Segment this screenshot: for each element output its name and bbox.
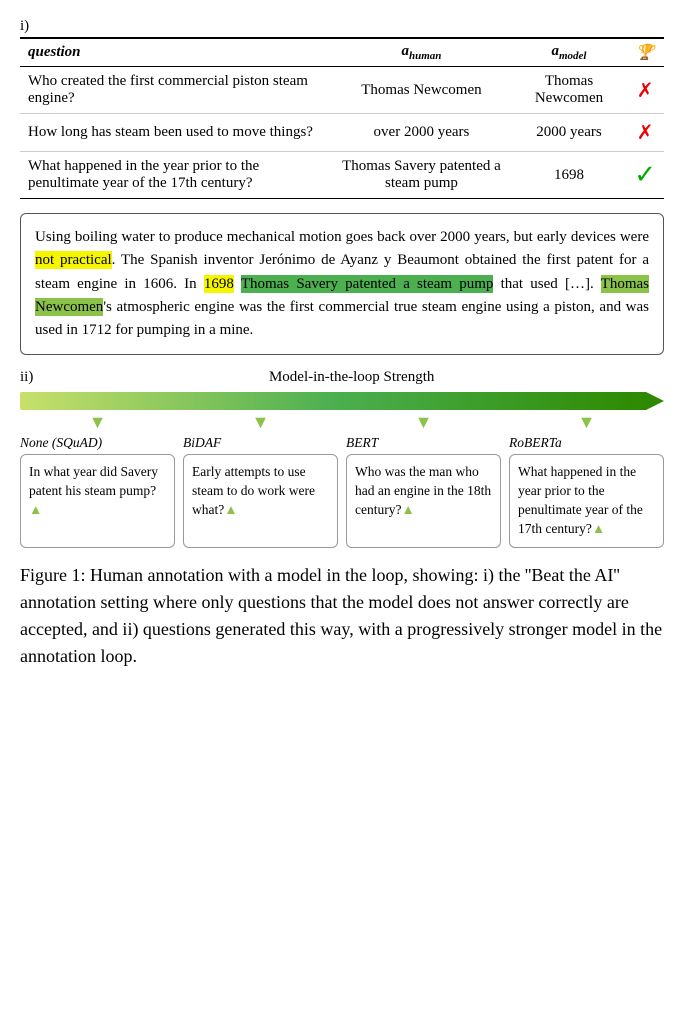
card-box-2: Who was the man who had an engine in the… <box>346 454 501 548</box>
arrow-head <box>646 392 664 410</box>
passage-text-1: Using boiling water to produce mechanica… <box>35 229 649 245</box>
highlight-not-practical: not practical <box>35 251 112 269</box>
check-icon: ✓ <box>634 160 656 189</box>
model-label-3: RoBERTa <box>509 435 664 451</box>
arrow-down-2: ▼ <box>252 412 270 432</box>
model-label-2: BERT <box>346 435 501 451</box>
passage-box: Using boiling water to produce mechanica… <box>20 213 664 355</box>
figure-caption: Figure 1: Human annotation with a model … <box>20 562 664 670</box>
arrow-down-3: ▼ <box>415 412 433 432</box>
arrow-down-4: ▼ <box>578 412 596 432</box>
gradient-bar <box>20 392 646 410</box>
arrow-down-1: ▼ <box>89 412 107 432</box>
correct-icon-cell: ✓ <box>626 152 664 199</box>
card-question-1: Early attempts to use steam to do work w… <box>192 464 315 517</box>
triangle-3: ▲ <box>592 521 605 536</box>
passage-text-5: 's atmospheric engine was the first comm… <box>35 299 649 338</box>
wrong-icon: ✗ <box>637 80 654 102</box>
table-row: Who created the first commercial piston … <box>20 67 664 114</box>
a-model-cell: 2000 years <box>512 114 626 152</box>
card-question-3: What happened in the year prior to the p… <box>518 464 643 536</box>
card-box-1: Early attempts to use steam to do work w… <box>183 454 338 548</box>
model-label-1: BiDAF <box>183 435 338 451</box>
card-box-3: What happened in the year prior to the p… <box>509 454 664 548</box>
highlight-1698: 1698 <box>204 275 234 293</box>
strength-arrow <box>20 388 664 410</box>
card-col-3: RoBERTa What happened in the year prior … <box>509 435 664 548</box>
card-box-0: In what year did Savery patent his steam… <box>20 454 175 548</box>
triangle-0: ▲ <box>29 502 42 517</box>
table-row: How long has steam been used to move thi… <box>20 114 664 152</box>
model-cards-row: None (SQuAD) In what year did Savery pat… <box>20 435 664 548</box>
card-col-2: BERT Who was the man who had an engine i… <box>346 435 501 548</box>
a-human-cell: Thomas Savery patented a steam pump <box>331 152 512 199</box>
a-model-cell: 1698 <box>512 152 626 199</box>
model-label-0: None (SQuAD) <box>20 435 175 451</box>
triangle-1: ▲ <box>224 502 237 517</box>
qa-table: question ahuman amodel 🏆 Who created the… <box>20 37 664 199</box>
col-header-a-model: amodel <box>512 38 626 67</box>
section-i-label: i) <box>20 18 29 35</box>
card-col-1: BiDAF Early attempts to use steam to do … <box>183 435 338 548</box>
section-ii-label: ii) <box>20 369 33 386</box>
col-header-trophy: 🏆 <box>626 38 664 67</box>
mitl-title: Model-in-the-loop Strength <box>39 369 664 386</box>
correct-icon-cell: ✗ <box>626 114 664 152</box>
card-question-2: Who was the man who had an engine in the… <box>355 464 491 517</box>
a-human-cell: over 2000 years <box>331 114 512 152</box>
question-cell: Who created the first commercial piston … <box>20 67 331 114</box>
card-arrows-row: ▼ ▼ ▼ ▼ <box>20 412 664 433</box>
question-cell: How long has steam been used to move thi… <box>20 114 331 152</box>
question-cell: What happened in the year prior to the p… <box>20 152 331 199</box>
triangle-2: ▲ <box>401 502 414 517</box>
a-model-cell: Thomas Newcomen <box>512 67 626 114</box>
highlight-thomas-savery: Thomas Savery patented a steam pump <box>241 275 494 293</box>
passage-text-3 <box>234 276 241 292</box>
table-row: What happened in the year prior to the p… <box>20 152 664 199</box>
card-col-0: None (SQuAD) In what year did Savery pat… <box>20 435 175 548</box>
col-header-a-human: ahuman <box>331 38 512 67</box>
card-question-0: In what year did Savery patent his steam… <box>29 464 158 517</box>
col-header-question: question <box>20 38 331 67</box>
wrong-icon: ✗ <box>637 122 654 144</box>
correct-icon-cell: ✗ <box>626 67 664 114</box>
a-human-cell: Thomas Newcomen <box>331 67 512 114</box>
passage-text-4: that used […]. <box>493 276 600 292</box>
